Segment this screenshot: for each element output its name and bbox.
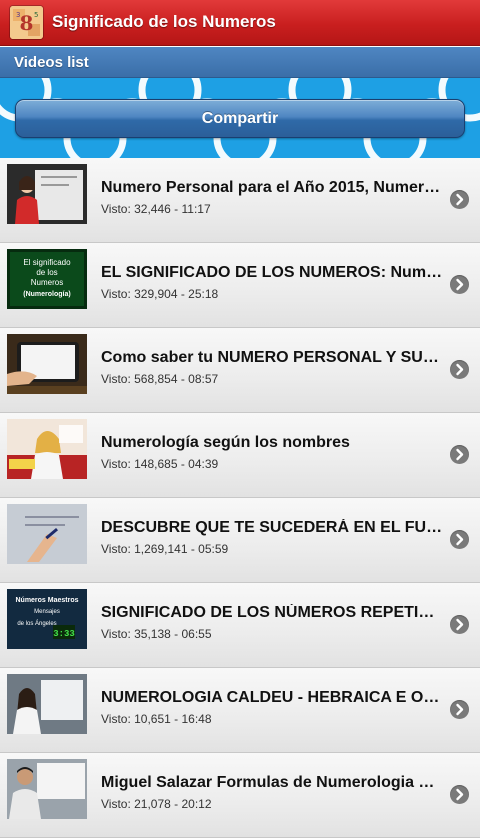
video-views-duration: Visto: 568,854 - 08:57 — [101, 372, 219, 386]
video-thumbnail: Números Maestros Mensajes de los Ángeles… — [7, 589, 87, 649]
chevron-right-icon[interactable] — [450, 700, 469, 719]
video-title: DESCUBRE QUE TE SUCEDERÁ EN EL FUTURO — [101, 519, 443, 536]
video-views-duration: Visto: 21,078 - 20:12 — [101, 797, 212, 811]
video-list-item[interactable]: NUMEROLOGIA CALDEU - HEBRAICA E OUTRAS V… — [0, 668, 480, 753]
chevron-right-icon[interactable] — [450, 785, 469, 804]
video-list-item[interactable]: Miguel Salazar Formulas de Numerologia F… — [0, 753, 480, 838]
section-title: Videos list — [14, 54, 89, 71]
thumb-caption-line: 3:33 — [53, 629, 75, 639]
video-title: SIGNIFICADO DE LOS NÚMEROS REPETIDOS — [101, 604, 443, 621]
video-list-item[interactable]: Números Maestros Mensajes de los Ángeles… — [0, 583, 480, 668]
chevron-right-icon[interactable] — [450, 190, 469, 209]
chevron-right-icon[interactable] — [450, 615, 469, 634]
svg-text:8: 8 — [20, 11, 34, 35]
video-list-item[interactable]: El significado de los Numeros (Numerolog… — [0, 243, 480, 328]
thumb-caption-line: (Numerología) — [23, 291, 70, 298]
video-thumbnail — [7, 759, 87, 819]
thumb-caption-line: Mensajes — [34, 609, 60, 615]
app-title: Significado de los Numeros — [52, 12, 276, 31]
chevron-right-icon[interactable] — [450, 360, 469, 379]
thumb-caption-line: de los — [36, 268, 57, 277]
app-title-bar: 8 3 5 Significado de los Numeros — [0, 0, 480, 46]
thumb-caption-line: Numeros — [31, 278, 63, 287]
video-title: NUMEROLOGIA CALDEU - HEBRAICA E OUTRAS — [101, 689, 443, 706]
video-views-duration: Visto: 1,269,141 - 05:59 — [101, 542, 229, 556]
video-list-item[interactable]: Como saber tu NUMERO PERSONAL Y SU SIGNI… — [0, 328, 480, 413]
chevron-right-icon[interactable] — [450, 530, 469, 549]
video-thumbnail — [7, 164, 87, 224]
video-title: EL SIGNIFICADO DE LOS NUMEROS: Numerolog… — [101, 264, 443, 281]
numerology-app-icon[interactable]: 8 3 5 — [10, 6, 43, 39]
video-thumbnail — [7, 334, 87, 394]
video-views-duration: Visto: 35,138 - 06:55 — [101, 627, 212, 641]
video-list-item[interactable]: Numerología según los nombres Visto: 148… — [0, 413, 480, 498]
thumb-caption-line: Números Maestros — [15, 597, 78, 604]
video-views-duration: Visto: 10,651 - 16:48 — [101, 712, 212, 726]
video-views-duration: Visto: 32,446 - 11:17 — [101, 202, 211, 216]
video-thumbnail — [7, 419, 87, 479]
video-thumbnail: El significado de los Numeros (Numerolog… — [7, 249, 87, 309]
chevron-right-icon[interactable] — [450, 445, 469, 464]
video-thumbnail — [7, 504, 87, 564]
video-list: Numero Personal para el Año 2015, Numero… — [0, 158, 480, 838]
svg-text:3: 3 — [16, 11, 20, 19]
chevron-right-icon[interactable] — [450, 275, 469, 294]
video-title: Miguel Salazar Formulas de Numerologia F… — [101, 774, 443, 791]
share-button[interactable]: Compartir — [15, 99, 465, 138]
video-title: Numerología según los nombres — [101, 434, 350, 451]
thumb-caption-line: de los Ángeles — [17, 620, 56, 627]
video-views-duration: Visto: 148,685 - 04:39 — [101, 457, 219, 471]
video-views-duration: Visto: 329,904 - 25:18 — [101, 287, 219, 301]
video-thumbnail — [7, 674, 87, 734]
thumb-caption-line: El significado — [23, 258, 71, 267]
videos-list-header: Videos list — [0, 47, 480, 78]
video-title: Como saber tu NUMERO PERSONAL Y SU SIGNI… — [101, 349, 443, 366]
video-list-item[interactable]: DESCUBRE QUE TE SUCEDERÁ EN EL FUTURO Vi… — [0, 498, 480, 583]
svg-text:5: 5 — [34, 11, 38, 19]
video-list-item[interactable]: Numero Personal para el Año 2015, Numero… — [0, 158, 480, 243]
video-title: Numero Personal para el Año 2015, Numero… — [101, 179, 443, 196]
